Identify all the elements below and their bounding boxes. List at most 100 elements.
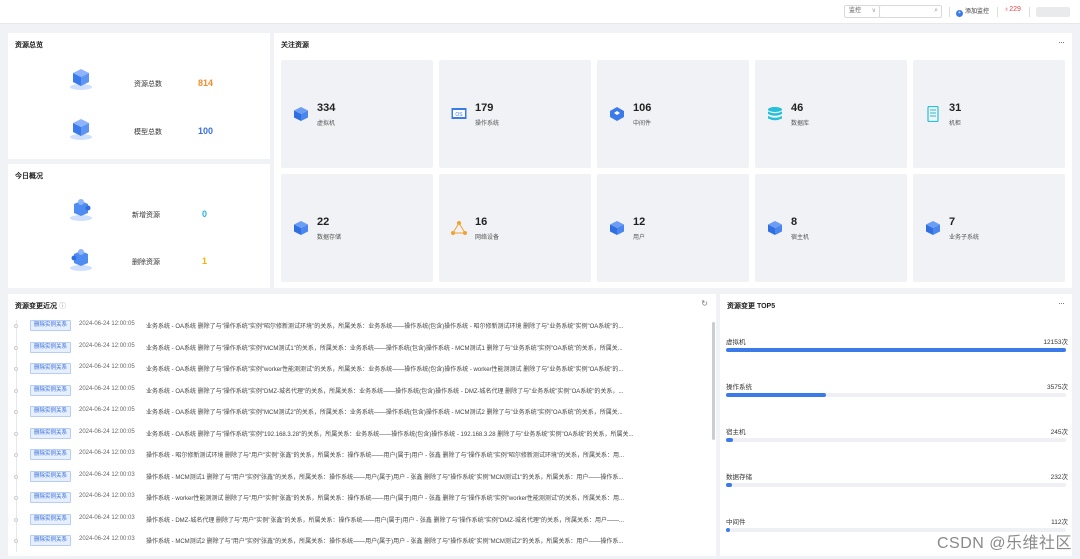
change-row[interactable]: 删除实例关系 2024-06-24 12:00:05 业务系统 - OA系统 删除了…	[10, 423, 706, 445]
watermark: CSDN @乐维社区	[936, 535, 1072, 552]
timeline-dot	[14, 388, 18, 393]
top-item: 操作系统 3575次	[726, 381, 1068, 405]
change-time: 2024-06-24 12:00:03	[79, 514, 135, 521]
resource-card[interactable]: 8 宿主机	[755, 174, 907, 282]
progress-track	[726, 483, 1066, 487]
top-item: 宿主机 245次	[726, 426, 1068, 450]
resource-card[interactable]: 22 数据存储	[281, 174, 433, 282]
svg-text:OS: OS	[455, 112, 463, 118]
change-type-badge: 删除实例关系	[30, 535, 72, 546]
change-row[interactable]: 删除实例关系 2024-06-24 12:00:05 业务系统 - OA系统 删除了…	[10, 337, 706, 359]
refresh-icon[interactable]: ↻	[701, 299, 708, 308]
alert-button[interactable]: ♁229	[1004, 6, 1021, 13]
top-item-label: 中间件	[726, 519, 746, 526]
timeline-dot	[14, 517, 18, 522]
resource-label: 操作系统	[475, 121, 500, 127]
change-text: 业务系统 - OA系统 删除了与"操作系统"实例"昭尔修新测试环境"的关系，所属…	[146, 324, 624, 330]
change-row[interactable]: 删除实例关系 2024-06-24 12:00:05 业务系统 - OA系统 删除了…	[10, 358, 706, 380]
top-item-value: 3575次	[1047, 384, 1068, 391]
change-type-badge: 删除实例关系	[30, 341, 72, 353]
resource-count: 12	[633, 216, 646, 228]
resource-card[interactable]: 7 业务子系统	[913, 174, 1065, 282]
resource-card[interactable]: 12 用户	[597, 174, 749, 282]
cube-stack-icon	[70, 119, 92, 140]
resource-count: 22	[317, 216, 330, 228]
top-item-value: 245次	[1050, 429, 1068, 436]
change-type-badge: 删除实例关系	[30, 384, 72, 396]
focus-title: 关注资源	[281, 42, 309, 49]
change-time: 2024-06-24 12:00:03	[79, 450, 135, 456]
resource-count: 8	[791, 216, 798, 228]
change-time: 2024-06-24 12:00:05	[79, 428, 135, 435]
cube-icon	[768, 221, 782, 235]
timeline-dot	[14, 453, 18, 457]
resource-label: 业务子系统	[949, 235, 980, 241]
timeline-dot	[14, 367, 18, 371]
change-row[interactable]: 删除实例关系 2024-06-24 12:00:03 操作系统 - MCM测试2 删…	[10, 530, 706, 552]
more-icon[interactable]: ···	[1058, 37, 1065, 47]
resource-card[interactable]: 334 虚拟机	[281, 60, 433, 168]
top-item: 数据存储 232次	[726, 471, 1068, 495]
user-avatar[interactable]	[1036, 7, 1070, 17]
search-icon[interactable]: ⌕	[934, 7, 938, 15]
change-text: 操作系统 - MCM测试1 删除了与"用户"实例"张鑫"的关系，所属关系：操作系…	[146, 474, 624, 481]
change-type-badge: 删除实例关系	[30, 363, 72, 374]
resource-count: 31	[949, 102, 962, 114]
top-item-label: 数据存储	[726, 474, 752, 481]
scrollbar[interactable]	[712, 322, 715, 440]
resource-label: 宿主机	[791, 235, 810, 241]
middleware-icon	[610, 107, 624, 121]
change-row[interactable]: 删除实例关系 2024-06-24 12:00:03 操作系统 - DMZ-城名代理…	[10, 509, 706, 531]
deleted-resources-value: 1	[202, 256, 208, 266]
new-resources-value: 0	[202, 209, 208, 219]
change-text: 业务系统 - OA系统 删除了与"操作系统"实例"MCM测试2"的关系，所属关系…	[146, 410, 623, 416]
timeline-dot	[14, 410, 18, 414]
change-row[interactable]: 删除实例关系 2024-06-24 12:00:05 业务系统 - OA系统 删除了…	[10, 401, 706, 423]
top-item-value: 112次	[1051, 519, 1068, 526]
summary-title: 资源总览	[15, 42, 43, 49]
resource-label: 虚拟机	[317, 121, 336, 127]
search-type-select[interactable]: 监控 ∨	[844, 5, 880, 18]
resource-card[interactable]: 46 数据库	[755, 60, 907, 168]
resource-count: 46	[791, 102, 804, 114]
total-models-value: 100	[198, 126, 214, 136]
change-type-badge: 删除实例关系	[30, 449, 72, 460]
summary-panel: 资源总览 资源总数 814 模型总数 100	[8, 33, 270, 159]
add-monitor-label: 添加监控	[965, 9, 990, 15]
change-text: 操作系统 - worker性能测测试 删除了与"用户"实例"张鑫"的关系，所属关…	[146, 496, 625, 502]
puzzle-icon	[70, 199, 92, 221]
resource-card[interactable]: 16 网络设备	[439, 174, 591, 282]
os-icon: OS	[451, 108, 467, 119]
change-time: 2024-06-24 12:00:03	[79, 493, 135, 499]
search-input[interactable]: ⌕	[879, 5, 942, 18]
database-icon	[768, 107, 782, 121]
change-time: 2024-06-24 12:00:03	[79, 536, 135, 542]
plus-circle-icon: +	[956, 10, 963, 17]
divider	[997, 7, 998, 17]
info-icon[interactable]: ⓘ	[59, 303, 66, 310]
change-row[interactable]: 删除实例关系 2024-06-24 12:00:05 业务系统 - OA系统 删除了…	[10, 315, 706, 337]
resource-label: 用户	[633, 235, 646, 241]
top-item-value: 12153次	[1043, 339, 1068, 346]
resource-count: 179	[475, 102, 494, 114]
resource-card[interactable]: OS 179 操作系统	[439, 60, 591, 168]
change-row[interactable]: 删除实例关系 2024-06-24 12:00:03 操作系统 - MCM测试1 删…	[10, 466, 706, 488]
change-row[interactable]: 删除实例关系 2024-06-24 12:00:05 业务系统 - OA系统 删除了…	[10, 380, 706, 402]
top-item-value: 232次	[1050, 474, 1068, 481]
change-type-badge: 删除实例关系	[30, 470, 72, 482]
timeline-dot	[14, 431, 18, 436]
change-row[interactable]: 删除实例关系 2024-06-24 12:00:03 操作系统 - 昭尔修新测试环境…	[10, 444, 706, 466]
add-monitor-button[interactable]: + 添加监控	[956, 6, 989, 17]
chevron-down-icon: ∨	[871, 8, 876, 14]
change-text: 操作系统 - 昭尔修新测试环境 删除了与"用户"实例"张鑫"的关系，所属关系：操…	[146, 453, 625, 459]
search-type-value: 监控	[849, 8, 862, 14]
more-icon[interactable]: ···	[1058, 298, 1065, 308]
progress-fill	[726, 438, 733, 442]
divider	[949, 7, 950, 17]
total-resources-label: 资源总数	[134, 81, 162, 88]
change-time: 2024-06-24 12:00:05	[79, 342, 135, 349]
resource-card[interactable]: 31 机柜	[913, 60, 1065, 168]
change-row[interactable]: 删除实例关系 2024-06-24 12:00:03 操作系统 - worker性能…	[10, 487, 706, 509]
focus-panel: 关注资源 ··· 334 虚拟机 OS 179 操作系统 106 中间件 46 …	[274, 33, 1072, 288]
resource-card[interactable]: 106 中间件	[597, 60, 749, 168]
